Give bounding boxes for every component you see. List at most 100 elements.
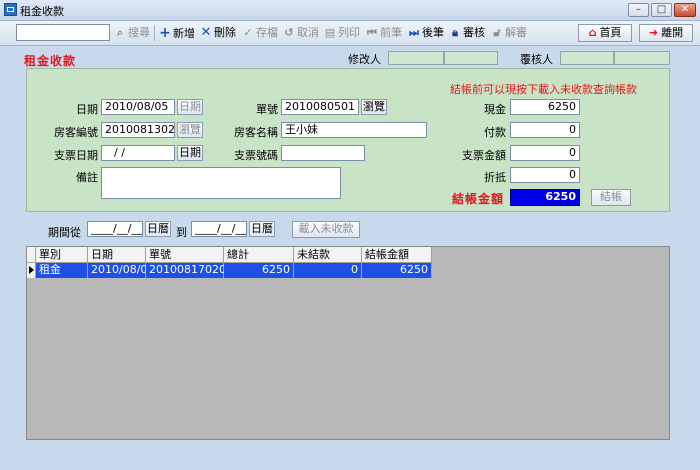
audit-label: 審核	[463, 26, 485, 39]
x-icon: ✕	[200, 25, 212, 40]
table-cell-date[interactable]: 2010/08/05	[88, 263, 154, 278]
minimize-button[interactable]: –	[628, 3, 649, 17]
cancel-button[interactable]: ↺ 取消	[282, 24, 319, 42]
check-no-label: 支票號碼	[234, 149, 278, 162]
period-from-label: 期間從	[48, 226, 81, 239]
exit-label: 離開	[661, 26, 684, 39]
remark-field[interactable]	[101, 167, 341, 199]
table-cell-total[interactable]: 6250	[224, 263, 294, 278]
tenant-browse-button[interactable]: 瀏覽	[177, 122, 203, 138]
home-label: 首頁	[599, 26, 622, 39]
maximize-button[interactable]: □	[651, 3, 672, 17]
title-bar: 租金收款 – □ ✕	[0, 0, 700, 21]
period-to-label: 到	[176, 226, 187, 239]
print-label: 列印	[338, 26, 360, 39]
close-window-button[interactable]: ✕	[674, 3, 696, 17]
doc-no-field[interactable]: 2010080501	[281, 99, 359, 115]
toolbar: ⌕ 搜尋 + 新增 ✕ 刪除 ✓ 存檔 ↺ 取消 ▤ 列印 ⏮ 前筆 ⏭ 後筆 🔒︎ 審核 🔓︎ 解…	[0, 21, 700, 46]
home-button[interactable]: ⌂ 首頁	[578, 24, 632, 42]
tenant-no-field[interactable]: 2010081302	[101, 122, 175, 138]
audit-button[interactable]: 🔒︎ 審核	[448, 24, 485, 42]
modifier-field-1	[388, 51, 444, 65]
payment-field[interactable]: 0	[510, 122, 580, 138]
table-cell-type[interactable]: 租金	[36, 263, 88, 278]
row-selector-icon[interactable]	[27, 263, 36, 278]
add-label: 新增	[173, 27, 195, 40]
period-from-calendar-button[interactable]: 日曆	[145, 221, 171, 237]
payment-label: 付款	[484, 126, 506, 139]
settle-button[interactable]: 結帳	[591, 189, 631, 206]
prev-label: 前筆	[380, 26, 402, 39]
settle-notice: 結帳前可以現按下載入未收款查詢帳款	[450, 83, 637, 96]
load-unpaid-button[interactable]: 載入未收款	[292, 221, 360, 238]
home-icon: ⌂	[588, 26, 597, 39]
printer-icon: ▤	[324, 26, 336, 39]
column-header-total[interactable]: 總計	[224, 247, 294, 263]
window-title: 租金收款	[20, 5, 64, 18]
undo-icon: ↺	[284, 26, 294, 39]
column-header-settled[interactable]: 結帳金額	[362, 247, 432, 263]
check-no-field[interactable]	[281, 145, 365, 161]
table-cell-unsettled[interactable]: 0	[294, 263, 362, 278]
save-button[interactable]: ✓ 存檔	[241, 24, 278, 42]
prev-record-button[interactable]: ⏮ 前筆	[365, 24, 402, 42]
save-label: 存檔	[256, 26, 278, 39]
add-button[interactable]: + 新增	[158, 24, 195, 42]
unaudit-button[interactable]: 🔓︎ 解審	[490, 24, 527, 42]
table-cell-doc-no[interactable]: 201008170206	[146, 263, 233, 278]
date-picker-button[interactable]: 日期	[177, 99, 203, 115]
modifier-field-2	[444, 51, 498, 65]
app-icon	[4, 3, 17, 16]
check-date-field[interactable]: / /	[101, 145, 175, 161]
reviewer-field-2	[614, 51, 670, 65]
unlock-icon: 🔓︎	[493, 26, 501, 39]
column-header-unsettled[interactable]: 未結款	[294, 247, 362, 263]
next-record-button[interactable]: ⏭ 後筆	[407, 24, 444, 42]
search-input[interactable]	[16, 24, 110, 41]
check-date-picker-button[interactable]: 日期	[177, 145, 203, 161]
lock-icon: 🔒︎	[452, 26, 458, 39]
print-button[interactable]: ▤ 列印	[323, 24, 360, 42]
prev-record-icon: ⏮	[367, 26, 377, 39]
check-icon: ✓	[243, 26, 253, 39]
column-header-doc-no[interactable]: 單號	[146, 247, 224, 263]
search-button[interactable]: ⌕ 搜尋	[113, 24, 150, 42]
exit-button[interactable]: ➜ 離開	[639, 24, 693, 42]
browse-button[interactable]: 瀏覽	[361, 99, 387, 115]
delete-label: 刪除	[214, 26, 236, 39]
period-from-field[interactable]: ____/__/__	[87, 221, 143, 237]
modifier-label: 修改人	[348, 53, 381, 66]
column-header-type[interactable]: 單別	[36, 247, 88, 263]
cancel-label: 取消	[297, 26, 319, 39]
exit-icon: ➜	[648, 26, 659, 39]
table-cell-settled[interactable]: 6250	[362, 263, 432, 278]
check-date-label: 支票日期	[54, 149, 98, 162]
date-label: 日期	[76, 103, 98, 116]
toolbar-divider	[154, 25, 155, 41]
cash-label: 現金	[484, 103, 506, 116]
plus-icon: +	[159, 25, 171, 41]
period-to-field[interactable]: ____/__/__	[191, 221, 247, 237]
check-amount-field[interactable]: 0	[510, 145, 580, 161]
cash-field[interactable]: 6250	[510, 99, 580, 115]
reviewer-field-1	[560, 51, 614, 65]
grid-corner	[27, 247, 36, 263]
tenant-no-label: 房客編號	[54, 126, 98, 139]
next-label: 後筆	[422, 26, 444, 39]
tenant-name-field[interactable]: 王小妹	[281, 122, 427, 138]
search-label: 搜尋	[128, 26, 150, 39]
tenant-name-label: 房客名稱	[234, 126, 278, 139]
reviewer-label: 覆核人	[520, 53, 553, 66]
column-header-date[interactable]: 日期	[88, 247, 146, 263]
check-amount-label: 支票金額	[462, 149, 506, 162]
magnifier-icon: ⌕	[116, 26, 124, 39]
delete-button[interactable]: ✕ 刪除	[199, 24, 236, 42]
discount-field[interactable]: 0	[510, 167, 580, 183]
date-field[interactable]: 2010/08/05	[101, 99, 175, 115]
settle-amount-field[interactable]: 6250	[510, 189, 580, 206]
receivables-grid: 單別 日期 單號 總計 未結款 結帳金額 租金 2010/08/05 20100…	[26, 246, 670, 440]
next-record-icon: ⏭	[409, 26, 419, 39]
remark-label: 備註	[76, 171, 98, 184]
form-title: 租金收款	[24, 54, 77, 68]
period-to-calendar-button[interactable]: 日曆	[249, 221, 275, 237]
